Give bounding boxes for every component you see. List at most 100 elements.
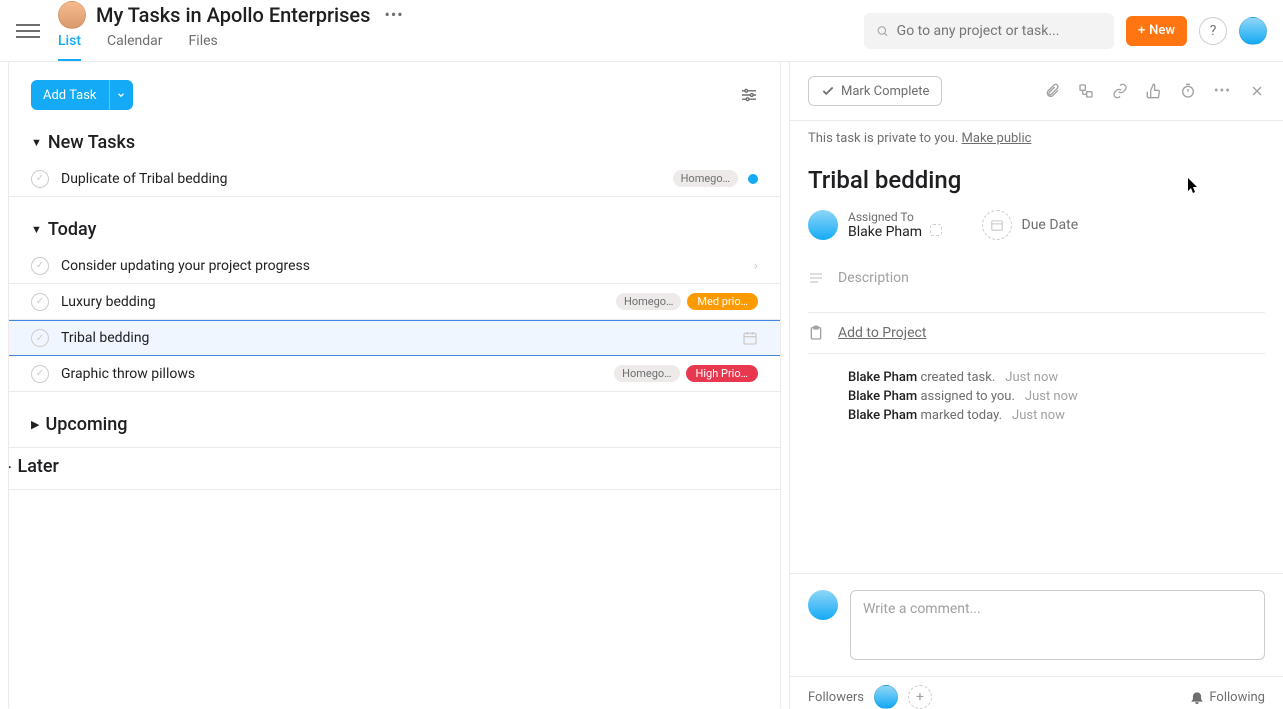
menu-icon[interactable] bbox=[16, 19, 40, 43]
mark-complete-label: Mark Complete bbox=[841, 84, 929, 99]
header-title-col: My Tasks in Apollo Enterprises ••• List … bbox=[58, 1, 461, 61]
task-name: Graphic throw pillows bbox=[61, 366, 608, 382]
plus-icon: + bbox=[1138, 23, 1145, 38]
clipboard-icon bbox=[808, 325, 824, 341]
due-date-field[interactable]: Due Date bbox=[982, 210, 1079, 240]
org-icon bbox=[930, 224, 942, 236]
new-button[interactable]: + New bbox=[1126, 16, 1187, 46]
search-icon bbox=[876, 24, 889, 38]
attachment-icon[interactable] bbox=[1044, 83, 1060, 99]
assigned-to-label: Assigned To bbox=[848, 210, 942, 224]
task-name: Duplicate of Tribal bedding bbox=[61, 171, 667, 187]
project-tag[interactable]: Homego… bbox=[673, 170, 738, 187]
task-row[interactable]: ✓ Tribal bedding bbox=[9, 320, 780, 356]
chevron-down-icon: ▼ bbox=[31, 223, 42, 236]
task-fields: Assigned To Blake Pham Due Date Descript… bbox=[790, 210, 1283, 354]
complete-checkbox[interactable]: ✓ bbox=[31, 365, 49, 383]
status-dot bbox=[748, 174, 758, 184]
new-button-label: New bbox=[1149, 23, 1175, 38]
page-title: My Tasks in Apollo Enterprises bbox=[96, 3, 370, 27]
privacy-text: This task is private to you. bbox=[808, 131, 958, 146]
timer-icon[interactable] bbox=[1180, 83, 1196, 99]
commenter-avatar bbox=[808, 590, 838, 620]
add-project-label: Add to Project bbox=[838, 325, 926, 341]
workspace-avatar[interactable] bbox=[58, 1, 86, 29]
section-name: Upcoming bbox=[45, 414, 127, 435]
filter-icon[interactable] bbox=[740, 88, 758, 102]
help-icon[interactable]: ? bbox=[1199, 17, 1227, 45]
project-tag[interactable]: Homego… bbox=[614, 365, 679, 382]
assigned-to-value: Blake Pham bbox=[848, 224, 922, 240]
following-toggle[interactable]: Following bbox=[1190, 690, 1265, 705]
tab-files[interactable]: Files bbox=[189, 33, 218, 61]
like-icon[interactable] bbox=[1146, 83, 1162, 99]
complete-checkbox[interactable]: ✓ bbox=[31, 170, 49, 188]
task-list-panel: Add Task ▼ New Tasks ✓ Duplicate of Trib… bbox=[8, 62, 781, 709]
task-row[interactable]: ✓ Luxury bedding Homego… Med prio… bbox=[9, 284, 780, 320]
comment-input[interactable]: Write a comment... bbox=[850, 590, 1265, 660]
section-header-today[interactable]: ▼ Today bbox=[9, 211, 780, 248]
title-row: My Tasks in Apollo Enterprises ••• bbox=[58, 1, 461, 29]
due-date-label: Due Date bbox=[1022, 217, 1079, 233]
complete-checkbox[interactable]: ✓ bbox=[31, 293, 49, 311]
task-toolbar: Mark Complete ••• bbox=[790, 62, 1283, 120]
chevron-down-icon: ▼ bbox=[31, 136, 42, 149]
section-header-later[interactable]: ▶ Later bbox=[8, 448, 780, 490]
task-row[interactable]: ✓ Duplicate of Tribal bedding Homego… bbox=[9, 161, 780, 197]
chevron-right-icon: ▶ bbox=[8, 460, 11, 473]
complete-checkbox[interactable]: ✓ bbox=[31, 329, 49, 347]
topbar: My Tasks in Apollo Enterprises ••• List … bbox=[0, 0, 1283, 62]
search-input[interactable] bbox=[897, 23, 1102, 39]
link-icon[interactable] bbox=[1112, 83, 1128, 99]
complete-checkbox[interactable]: ✓ bbox=[31, 257, 49, 275]
task-row[interactable]: ✓ Consider updating your project progres… bbox=[9, 248, 780, 284]
task-row[interactable]: ✓ Graphic throw pillows Homego… High Pri… bbox=[9, 356, 780, 392]
add-task-button[interactable]: Add Task bbox=[31, 80, 109, 110]
more-icon[interactable]: ••• bbox=[1214, 83, 1231, 99]
task-tool-icons: ••• bbox=[1044, 83, 1265, 99]
task-title[interactable]: Tribal bedding bbox=[790, 156, 1283, 210]
list-toolbar: Add Task bbox=[9, 80, 780, 124]
priority-pill[interactable]: High Prio… bbox=[686, 365, 758, 382]
assignee-avatar bbox=[808, 210, 838, 240]
privacy-banner: This task is private to you. Make public bbox=[790, 120, 1283, 156]
global-search[interactable] bbox=[864, 13, 1114, 49]
add-to-project[interactable]: Add to Project bbox=[808, 312, 1265, 354]
due-date-icon[interactable] bbox=[742, 330, 758, 346]
title-more-icon[interactable]: ••• bbox=[380, 1, 407, 28]
task-name: Consider updating your project progress bbox=[61, 258, 754, 274]
task-detail-panel: Mark Complete ••• This task is private t… bbox=[789, 62, 1283, 709]
check-icon bbox=[821, 84, 835, 98]
subtask-icon[interactable] bbox=[1078, 83, 1094, 99]
close-icon[interactable] bbox=[1249, 83, 1265, 99]
tab-list[interactable]: List bbox=[58, 33, 81, 61]
section-name: Later bbox=[17, 456, 58, 477]
comment-area: Write a comment... bbox=[790, 573, 1283, 676]
section-header-upcoming[interactable]: ▶ Upcoming bbox=[9, 406, 780, 448]
priority-pill[interactable]: Med prio… bbox=[687, 293, 758, 310]
make-public-link[interactable]: Make public bbox=[962, 131, 1032, 146]
description-placeholder: Description bbox=[838, 270, 909, 286]
add-follower-button[interactable]: + bbox=[908, 685, 932, 709]
chevron-right-icon: ▶ bbox=[31, 418, 39, 431]
user-avatar[interactable] bbox=[1239, 17, 1267, 45]
mark-complete-button[interactable]: Mark Complete bbox=[808, 76, 942, 106]
tab-calendar[interactable]: Calendar bbox=[107, 33, 163, 61]
section-header-new-tasks[interactable]: ▼ New Tasks bbox=[9, 124, 780, 161]
calendar-icon bbox=[982, 210, 1012, 240]
project-tag[interactable]: Homego… bbox=[616, 293, 681, 310]
activity-item: Blake Pham assigned to you.Just now bbox=[848, 389, 1265, 404]
followers-label: Followers bbox=[808, 690, 864, 705]
add-task-dropdown[interactable] bbox=[109, 80, 133, 110]
section-name: New Tasks bbox=[48, 132, 135, 153]
following-label: Following bbox=[1209, 690, 1265, 705]
bell-icon bbox=[1190, 690, 1204, 704]
text-icon bbox=[808, 270, 824, 286]
assignee-field[interactable]: Assigned To Blake Pham bbox=[808, 210, 942, 240]
description-field[interactable]: Description bbox=[808, 260, 1265, 312]
content: Add Task ▼ New Tasks ✓ Duplicate of Trib… bbox=[0, 62, 1283, 709]
task-name: Luxury bedding bbox=[61, 294, 610, 310]
activity-item: Blake Pham created task.Just now bbox=[848, 370, 1265, 385]
followers-row: Followers + Following bbox=[790, 676, 1283, 709]
follower-avatar[interactable] bbox=[874, 685, 898, 709]
